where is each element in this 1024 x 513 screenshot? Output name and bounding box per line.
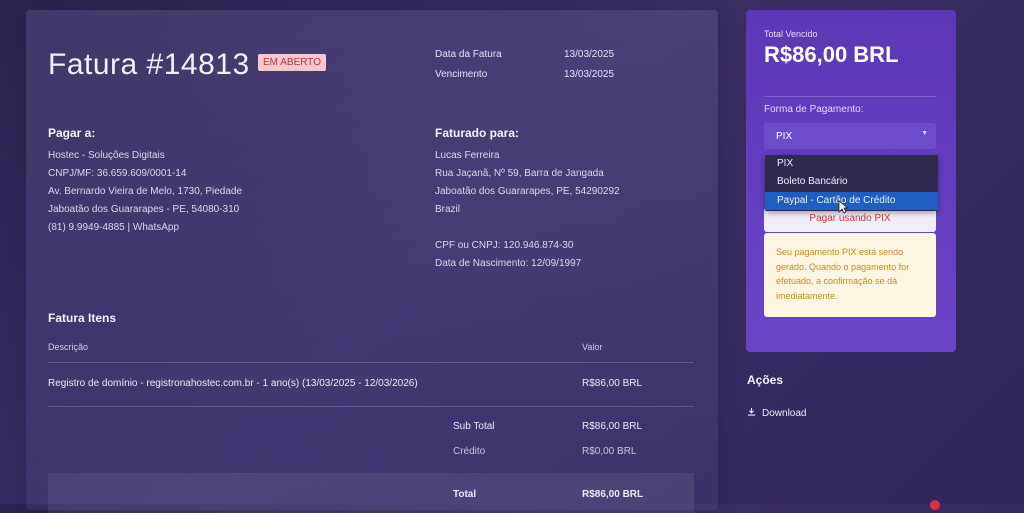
billed-to-line: Lucas Ferreira <box>435 150 500 161</box>
amount-due-value: R$86,00 BRL <box>764 42 899 67</box>
credit-value: R$0,00 BRL <box>582 446 637 457</box>
billed-to-document: CPF ou CNPJ: 120.946.874-30 <box>435 240 574 251</box>
subtotal-label: Sub Total <box>453 421 495 432</box>
mouse-pointer-icon <box>838 200 848 214</box>
invoice-panel: Fatura #14813 EM ABERTO Data da Fatura 1… <box>26 10 718 513</box>
pay-to-line: Jaboatão dos Guararapes - PE, 54080-310 <box>48 204 240 215</box>
pay-to-line: Av. Bernardo Vieira de Melo, 1730, Pieda… <box>48 186 243 197</box>
items-heading: Fatura Itens <box>48 311 117 325</box>
subtotal-value: R$86,00 BRL <box>582 421 643 432</box>
payment-method-select[interactable]: PIX ▼ <box>764 123 936 149</box>
payment-method-selected: PIX <box>776 131 793 142</box>
caret-down-icon: ▼ <box>921 130 928 137</box>
billed-to-birthdate: Data de Nascimento: 12/09/1997 <box>435 258 582 269</box>
billed-to-line: Brazil <box>435 204 461 215</box>
table-divider <box>48 362 694 363</box>
status-badge: EM ABERTO <box>258 54 326 71</box>
column-header-description: Descrição <box>48 342 89 352</box>
due-date-value: 13/03/2025 <box>564 69 615 80</box>
pix-notice: Seu pagamento PIX está sendo gerado. Qua… <box>764 233 936 317</box>
actions-heading: Ações <box>747 373 784 387</box>
option-pix[interactable]: PIX <box>765 155 938 173</box>
invoice-date-value: 13/03/2025 <box>564 49 615 60</box>
pay-to-line: Hostec - Soluções Digitais <box>48 150 165 161</box>
column-header-value: Valor <box>582 342 603 352</box>
item-description: Registro de domínio - registronahostec.c… <box>48 378 418 389</box>
download-icon <box>747 407 756 416</box>
invoice-title: Fatura #14813 <box>48 48 250 81</box>
option-boleto[interactable]: Boleto Bancário <box>765 173 938 191</box>
billed-to-line: Jaboatão dos Guararapes, PE, 54290292 <box>435 186 620 197</box>
payment-method-label: Forma de Pagamento: <box>764 104 864 115</box>
payment-divider <box>764 96 936 97</box>
credit-label: Crédito <box>453 446 486 457</box>
due-date-label: Vencimento <box>435 69 488 80</box>
invoice-date-label: Data da Fatura <box>435 49 502 60</box>
billed-to-line: Rua Jaçanã, Nº 59, Barra de Jangada <box>435 168 604 179</box>
notification-dot <box>930 500 940 510</box>
pay-button-label: Pagar usando PIX <box>809 213 891 224</box>
pay-to-line: CNPJ/MF: 36.659.609/0001-14 <box>48 168 187 179</box>
pay-to-line: (81) 9.9949-4885 | WhatsApp <box>48 222 180 233</box>
pay-button[interactable]: Pagar usando PIX <box>764 208 936 232</box>
item-value: R$86,00 BRL <box>582 378 643 389</box>
total-value: R$86,00 BRL <box>582 489 644 500</box>
download-link[interactable]: Download <box>747 407 806 419</box>
pay-to-heading: Pagar a: <box>48 126 96 140</box>
option-label: Paypal - Cartão de Crédito <box>777 195 896 206</box>
option-label: PIX <box>777 158 794 169</box>
billed-to-heading: Faturado para: <box>435 126 520 140</box>
payment-method-dropdown: PIX Boleto Bancário Paypal - Cartão de C… <box>765 155 938 211</box>
option-paypal[interactable]: Paypal - Cartão de Crédito <box>765 192 938 210</box>
download-label: Download <box>762 408 807 419</box>
table-divider <box>48 406 694 407</box>
amount-due-label: Total Vencido <box>764 29 818 39</box>
option-label: Boleto Bancário <box>777 176 848 187</box>
pix-notice-text: Seu pagamento PIX está sendo gerado. Qua… <box>776 247 910 301</box>
total-label: Total <box>453 489 477 500</box>
